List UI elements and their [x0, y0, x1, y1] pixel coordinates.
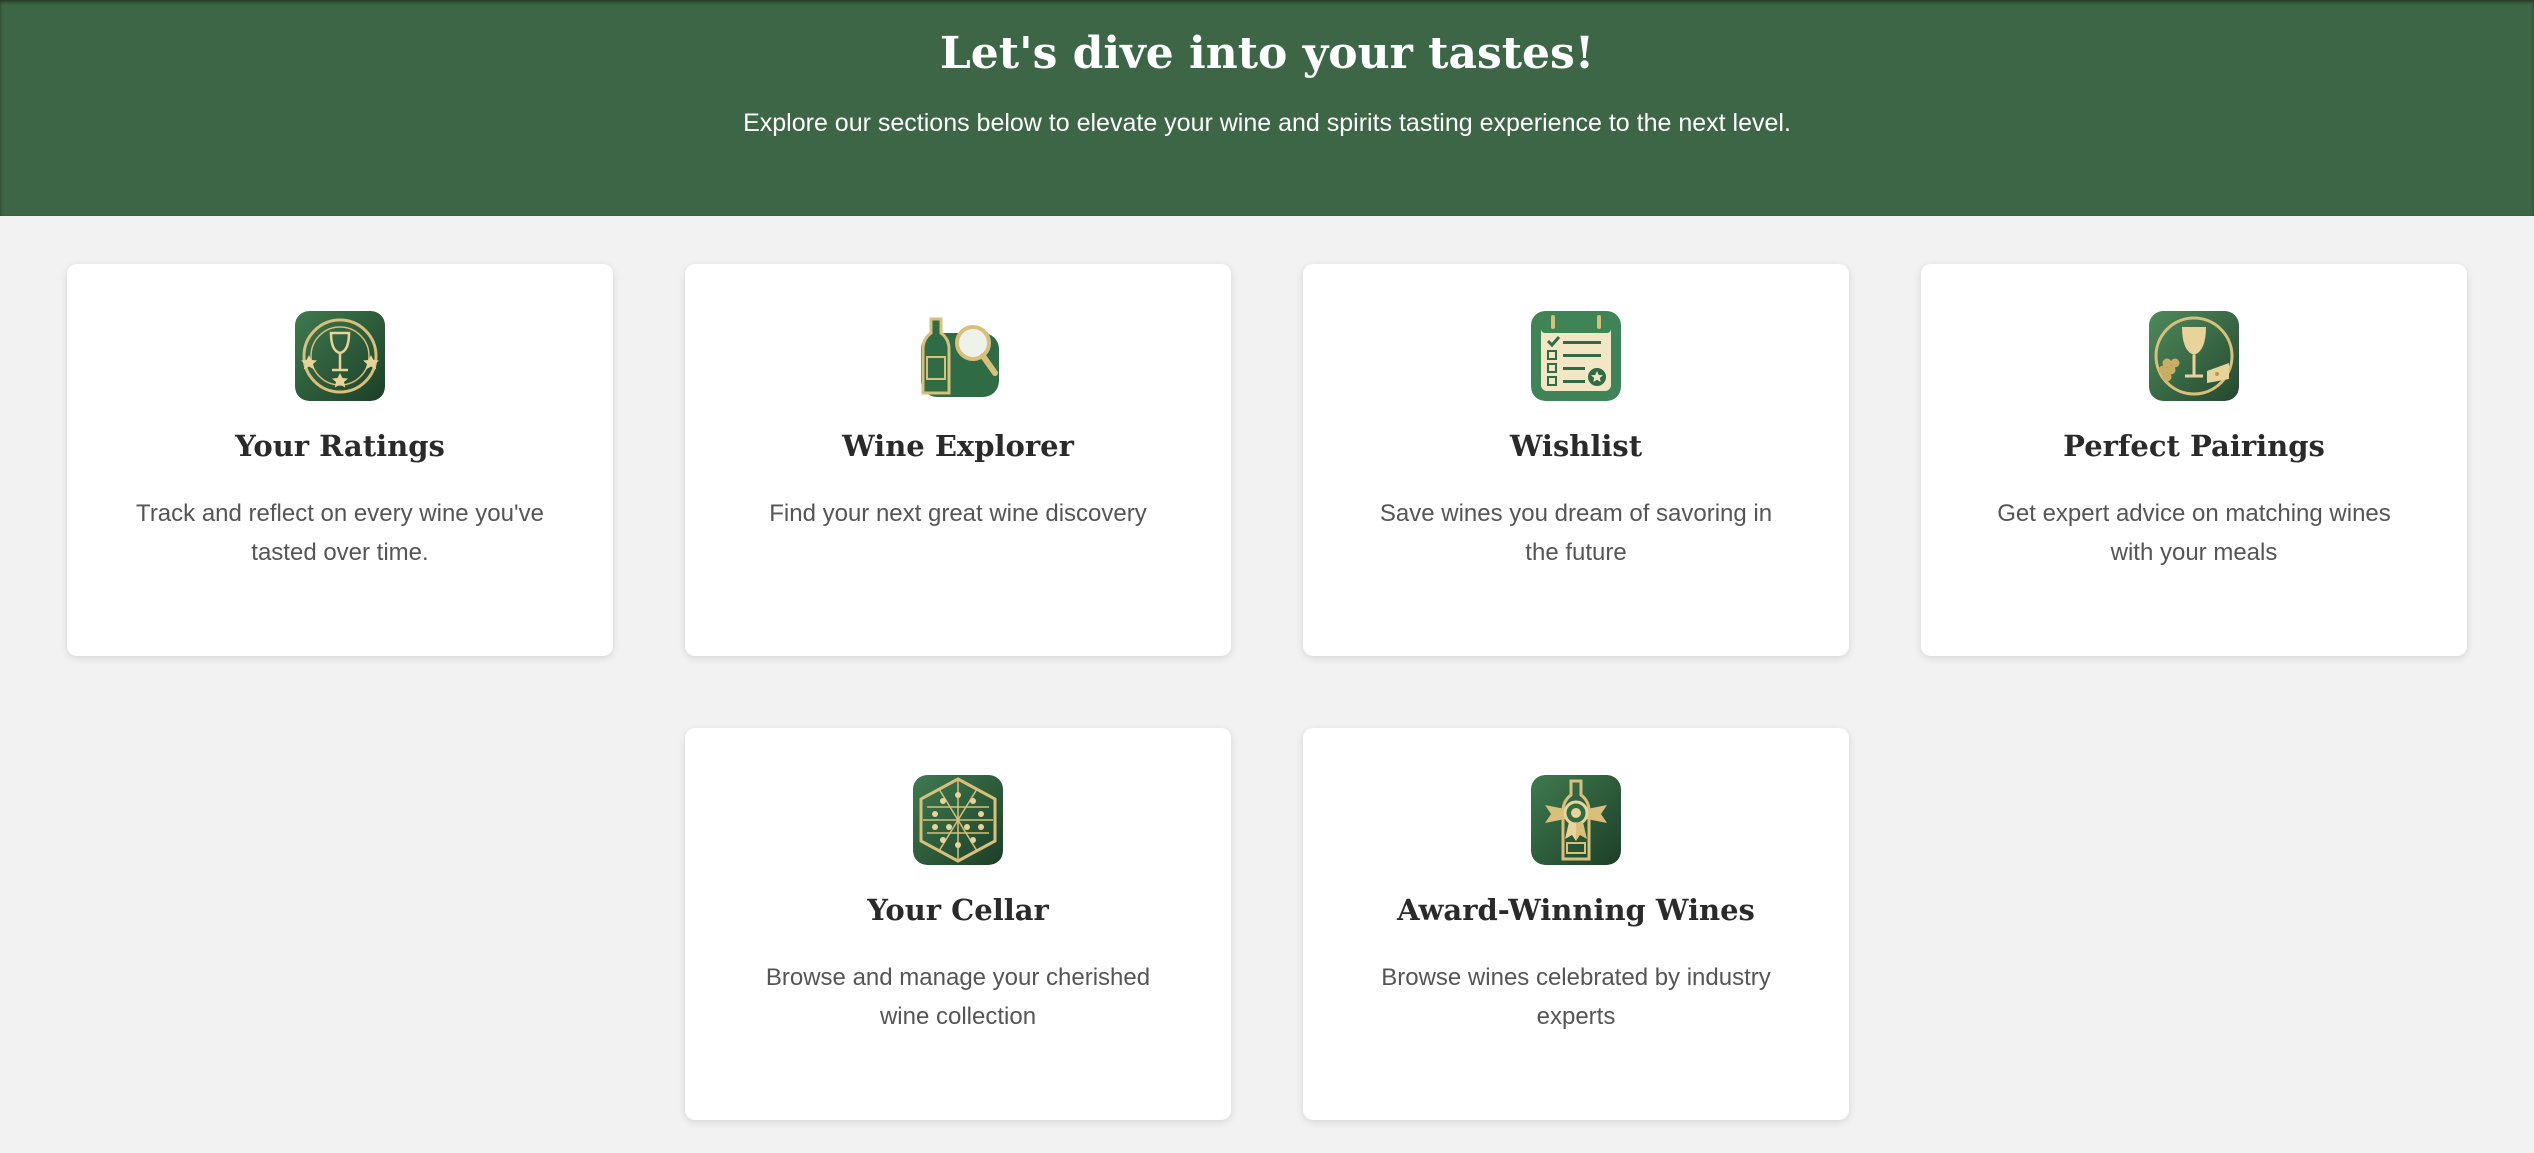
ratings-stars-glass-icon — [295, 311, 385, 401]
card-description: Track and reflect on every wine you've t… — [136, 500, 544, 566]
hexagon-wine-rack-icon — [913, 775, 1003, 865]
card-title: Perfect Pairings — [2063, 429, 2325, 463]
wine-glass-grapes-cheese-icon — [2149, 311, 2239, 401]
card-title: Wishlist — [1509, 429, 1643, 463]
page-title: Let's dive into your tastes! — [939, 28, 1595, 79]
card-description: Find your next great wine discovery — [769, 500, 1147, 527]
card-title: Award-Winning Wines — [1397, 893, 1755, 927]
card-title: Your Ratings — [235, 429, 445, 463]
card-perfect-pairings[interactable]: Perfect Pairings Get expert advice on ma… — [1921, 264, 2467, 656]
card-wine-explorer[interactable]: Wine Explorer Find your next great wine … — [685, 264, 1231, 656]
checklist-calendar-icon — [1531, 311, 1621, 401]
card-wishlist[interactable]: Wishlist Save wines you dream of savorin… — [1303, 264, 1849, 656]
page-subtitle: Explore our sections below to elevate yo… — [743, 109, 1791, 137]
card-description: Save wines you dream of savoring in the … — [1379, 500, 1773, 566]
card-your-cellar[interactable]: Your Cellar Browse and manage your cheri… — [685, 728, 1231, 1120]
wine-bottle-magnifier-icon — [913, 311, 1003, 401]
bottle-award-ribbon-icon — [1531, 775, 1621, 865]
card-title: Wine Explorer — [842, 429, 1074, 463]
card-title: Your Cellar — [867, 893, 1049, 927]
card-description: Browse wines celebrated by industry expe… — [1381, 964, 1771, 1030]
hero-banner: Let's dive into your tastes! Explore our… — [0, 0, 2534, 216]
card-award-winning-wines[interactable]: Award-Winning Wines Browse wines celebra… — [1303, 728, 1849, 1120]
card-your-ratings[interactable]: Your Ratings Track and reflect on every … — [67, 264, 613, 656]
card-description: Get expert advice on matching wines with… — [1997, 500, 2391, 566]
card-description: Browse and manage your cherished wine co… — [765, 964, 1151, 1030]
